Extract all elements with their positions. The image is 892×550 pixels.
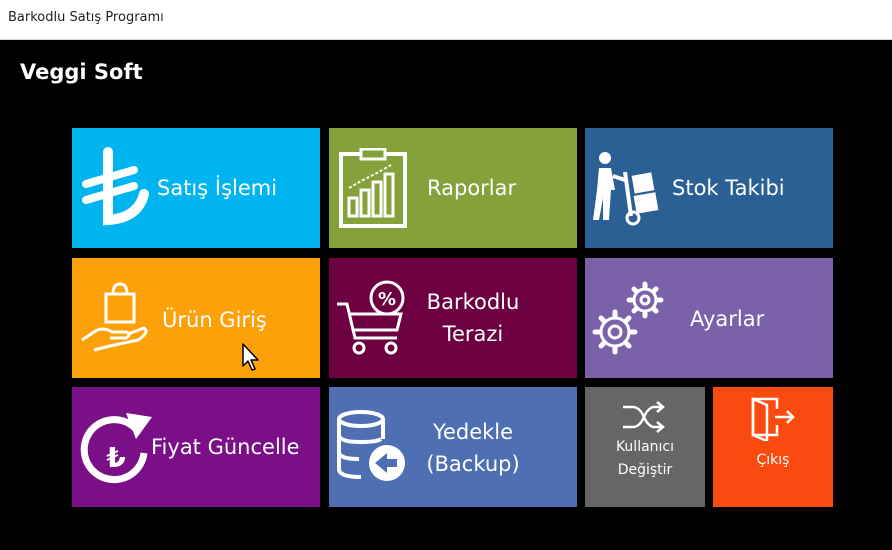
mouse-cursor-icon xyxy=(241,342,261,377)
window-title: Barkodlu Satış Programı xyxy=(8,10,164,25)
cikis-label: Çıkış xyxy=(756,452,790,468)
gears-icon xyxy=(591,280,667,360)
cikis-tile[interactable]: Çıkış xyxy=(713,387,833,507)
database-backup-icon xyxy=(335,409,411,487)
yedekle-label-line2: (Backup) xyxy=(426,452,520,476)
cart-discount-icon: % xyxy=(335,276,411,358)
barkodlu-terazi-label-line2: Terazi xyxy=(442,322,504,346)
satis-islemi-label: Satış İşlemi xyxy=(157,176,278,200)
stok-takibi-label: Stok Takibi xyxy=(672,176,785,200)
kullanici-degistir-label-line1: Kullanıcı xyxy=(615,439,675,455)
ayarlar-tile[interactable]: Ayarlar xyxy=(585,258,833,378)
svg-text:₺: ₺ xyxy=(106,441,125,474)
kullanici-degistir-label-line2: Değiştir xyxy=(617,462,673,478)
ayarlar-label: Ayarlar xyxy=(690,307,765,331)
svg-text:%: % xyxy=(378,289,396,310)
window-titlebar: Barkodlu Satış Programı xyxy=(0,0,892,40)
turkish-lira-icon xyxy=(78,146,150,230)
urun-giris-label: Ürün Giriş xyxy=(162,308,267,332)
hand-truck-icon xyxy=(591,150,661,226)
fiyat-guncelle-label: Fiyat Güncelle xyxy=(151,435,300,459)
report-chart-icon xyxy=(337,148,409,230)
raporlar-tile[interactable]: Raporlar xyxy=(329,128,577,248)
urun-giris-tile[interactable]: Ürün Giriş xyxy=(72,258,320,378)
shuffle-icon xyxy=(621,397,669,437)
app-brand: Veggi Soft xyxy=(20,60,143,84)
kullanici-degistir-tile[interactable]: Kullanıcı Değiştir xyxy=(585,387,705,507)
barkodlu-terazi-tile[interactable]: % Barkodlu Terazi xyxy=(329,258,577,378)
exit-door-icon xyxy=(749,395,797,441)
stok-takibi-tile[interactable]: Stok Takibi xyxy=(585,128,833,248)
hand-bag-icon xyxy=(80,280,156,356)
yedekle-tile[interactable]: Yedekle (Backup) xyxy=(329,387,577,507)
raporlar-label: Raporlar xyxy=(427,176,517,200)
yedekle-label-line1: Yedekle xyxy=(432,420,514,444)
satis-islemi-tile[interactable]: Satış İşlemi xyxy=(72,128,320,248)
fiyat-guncelle-tile[interactable]: ₺ Fiyat Güncelle xyxy=(72,387,320,507)
barkodlu-terazi-label-line1: Barkodlu xyxy=(426,290,520,314)
lira-refresh-icon: ₺ xyxy=(78,409,154,489)
